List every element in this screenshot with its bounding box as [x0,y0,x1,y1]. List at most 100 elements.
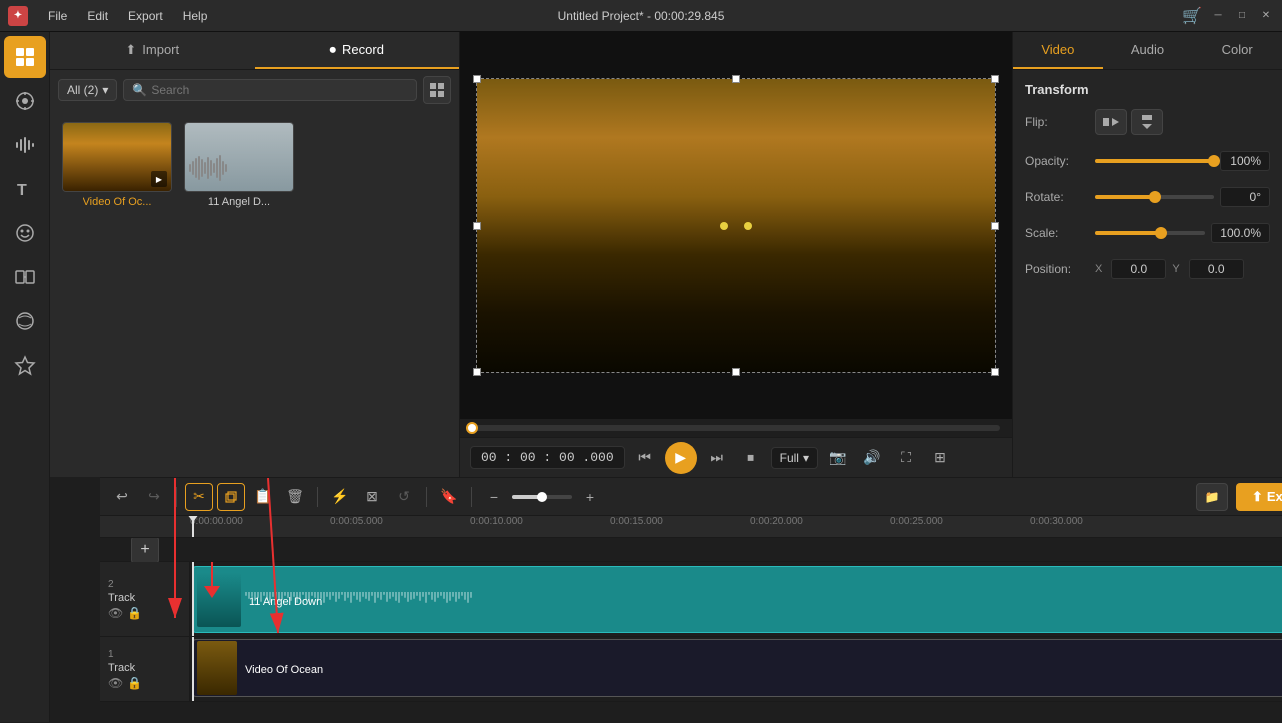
rotate-slider[interactable] [1095,195,1214,199]
top-area: ⬆ Import ⏺ Record All (2) ▾ 🔍 [50,32,1282,477]
content-area: ⬆ Import ⏺ Record All (2) ▾ 🔍 [50,32,1282,722]
sidebar-item-favorites[interactable] [4,344,46,386]
redo-button[interactable]: ↪ [140,483,168,511]
zoom-select[interactable]: Full ▾ [771,447,818,469]
media-item-label-1: Video Of Oc... [83,196,152,208]
right-panel: Video Audio Color Transform Flip: [1012,32,1282,477]
tab-import[interactable]: ⬆ Import [50,32,255,69]
track-eye-icon-1[interactable]: 👁 [108,676,123,690]
track-clip-angel[interactable]: 11 Angel Down [192,566,1282,633]
search-input[interactable] [151,83,408,97]
undo-button[interactable]: ↩ [108,483,136,511]
volume-plus-button[interactable]: + [576,483,604,511]
menu-export[interactable]: Export [120,7,171,25]
sidebar-item-stickers[interactable] [4,212,46,254]
separator-3 [426,487,427,507]
split-view-button[interactable]: ⊞ [926,444,954,472]
skip-forward-button[interactable]: ⏭ [703,444,731,472]
track-clip-ocean[interactable]: Video Of Ocean [192,639,1282,697]
track-lock-icon-2[interactable]: 🔒 [127,606,142,620]
skip-back-button[interactable]: ⏮ [631,444,659,472]
rotate-slider-fill [1095,195,1155,199]
delete-button[interactable]: 🗑 [281,483,309,511]
right-content: Transform Flip: [1013,70,1282,477]
paste-button[interactable]: 📋 [249,483,277,511]
export-folder-button[interactable]: 📁 [1196,483,1228,511]
handle-top-right[interactable] [991,75,999,83]
media-item-video-ocean[interactable]: ▶ Video Of Oc... [62,122,172,208]
center-handle-left[interactable] [720,222,728,230]
handle-bottom-left[interactable] [473,368,481,376]
opacity-slider[interactable] [1095,159,1214,163]
rotate-slider-thumb[interactable] [1149,191,1161,203]
progress-bar[interactable] [472,425,1000,431]
sidebar-item-effects[interactable] [4,80,46,122]
track-content-2: 11 Angel Down [190,562,1282,636]
track-lock-icon-1[interactable]: 🔒 [127,676,142,690]
fullscreen-button[interactable]: ⛶ [892,444,920,472]
tab-video[interactable]: Video [1013,32,1103,69]
media-filter-select[interactable]: All (2) ▾ [58,79,117,101]
menu-file[interactable]: File [40,7,75,25]
handle-top-mid[interactable] [732,75,740,83]
export-button[interactable]: ⬆ Export [1236,483,1282,511]
scale-slider[interactable] [1095,231,1205,235]
menu-edit[interactable]: Edit [79,7,116,25]
media-item-audio-angel[interactable]: 11 Angel D... [184,122,294,208]
audio-waveform [189,153,289,183]
play-button[interactable]: ▶ [665,442,697,474]
cart-icon[interactable]: 🛒 [1182,6,1202,26]
sidebar-item-transitions[interactable] [4,256,46,298]
ocean-thumb-bg [197,641,237,695]
volume-button[interactable]: 🔊 [858,444,886,472]
transform-section-title: Transform [1025,82,1270,97]
handle-top-left[interactable] [473,75,481,83]
handle-bottom-mid[interactable] [732,368,740,376]
tab-record[interactable]: ⏺ Record [255,32,460,69]
sidebar-item-filters[interactable] [4,300,46,342]
position-y-input[interactable] [1189,259,1244,279]
track-number-2: 2 [108,579,114,590]
bookmark-button[interactable]: 🔖 [435,483,463,511]
split-button[interactable]: ⚡ [326,483,354,511]
sidebar-item-media[interactable] [4,36,46,78]
stop-button[interactable]: ⏹ [737,444,765,472]
app-icon: ✦ [8,6,28,26]
tab-color[interactable]: Color [1192,32,1282,69]
tab-audio[interactable]: Audio [1103,32,1193,69]
preview-center-handles [720,222,752,230]
cut-button[interactable]: ✂ [185,483,213,511]
scale-slider-thumb[interactable] [1155,227,1167,239]
center-handle-right[interactable] [744,222,752,230]
flip-vertical-button[interactable] [1131,109,1163,135]
grid-view-button[interactable] [423,76,451,104]
search-icon: 🔍 [132,83,147,97]
menu-help[interactable]: Help [175,7,216,25]
copy-button[interactable] [217,483,245,511]
opacity-slider-thumb[interactable] [1208,155,1220,167]
rotate-button[interactable]: ↺ [390,483,418,511]
close-button[interactable]: ✕ [1258,8,1274,24]
position-x-input[interactable] [1111,259,1166,279]
handle-mid-left[interactable] [473,222,481,230]
crop-button[interactable]: ⊠ [358,483,386,511]
screenshot-button[interactable]: 📷 [824,444,852,472]
add-track-button[interactable]: + [131,538,159,564]
maximize-button[interactable]: □ [1234,8,1250,24]
track-icons-2: 👁 🔒 [108,606,142,620]
minimize-button[interactable]: ─ [1210,8,1226,24]
position-row: Position: X Y [1025,259,1270,279]
sidebar-item-text[interactable]: T [4,168,46,210]
volume-track[interactable] [512,495,572,499]
volume-minus-button[interactable]: − [480,483,508,511]
flip-horizontal-button[interactable] [1095,109,1127,135]
ruler-mark-10: 0:00:10.000 [470,516,523,527]
track-eye-icon-2[interactable]: 👁 [108,606,123,620]
sidebar-item-audio[interactable] [4,124,46,166]
add-track-container: + [100,538,190,564]
volume-thumb[interactable] [537,492,547,502]
progress-handle[interactable] [466,422,478,434]
handle-bottom-right[interactable] [991,368,999,376]
handle-mid-right[interactable] [991,222,999,230]
sidebar: T [0,32,50,722]
